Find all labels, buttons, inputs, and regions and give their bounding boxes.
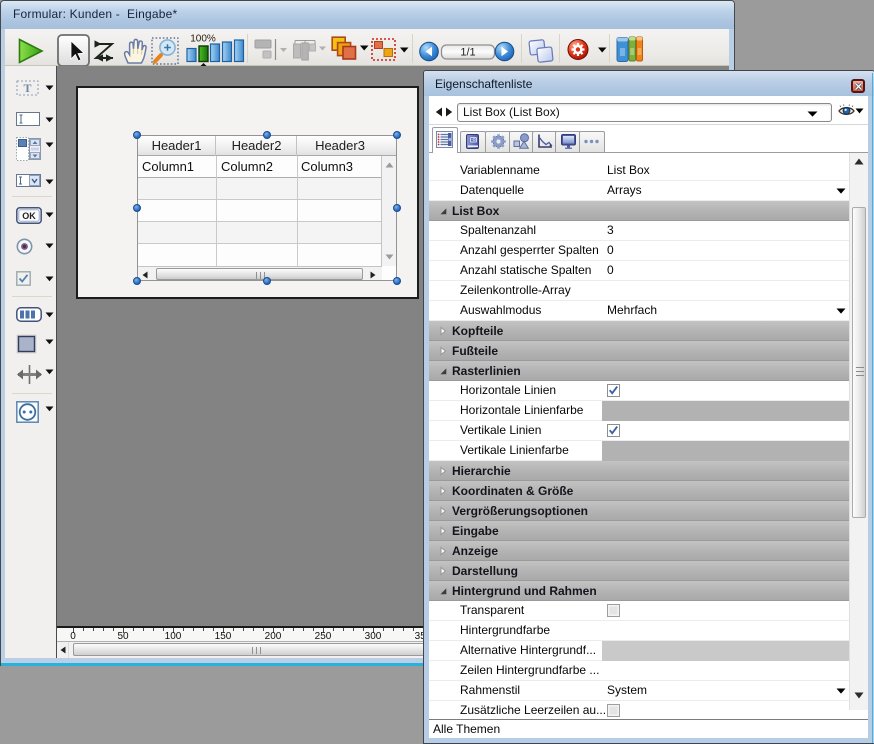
- svg-text:OK: OK: [22, 211, 36, 221]
- svg-text:1/1: 1/1: [460, 47, 475, 59]
- svg-text:100%: 100%: [190, 34, 216, 45]
- svg-text:-0: -0: [471, 137, 475, 142]
- svg-text:T: T: [23, 81, 31, 95]
